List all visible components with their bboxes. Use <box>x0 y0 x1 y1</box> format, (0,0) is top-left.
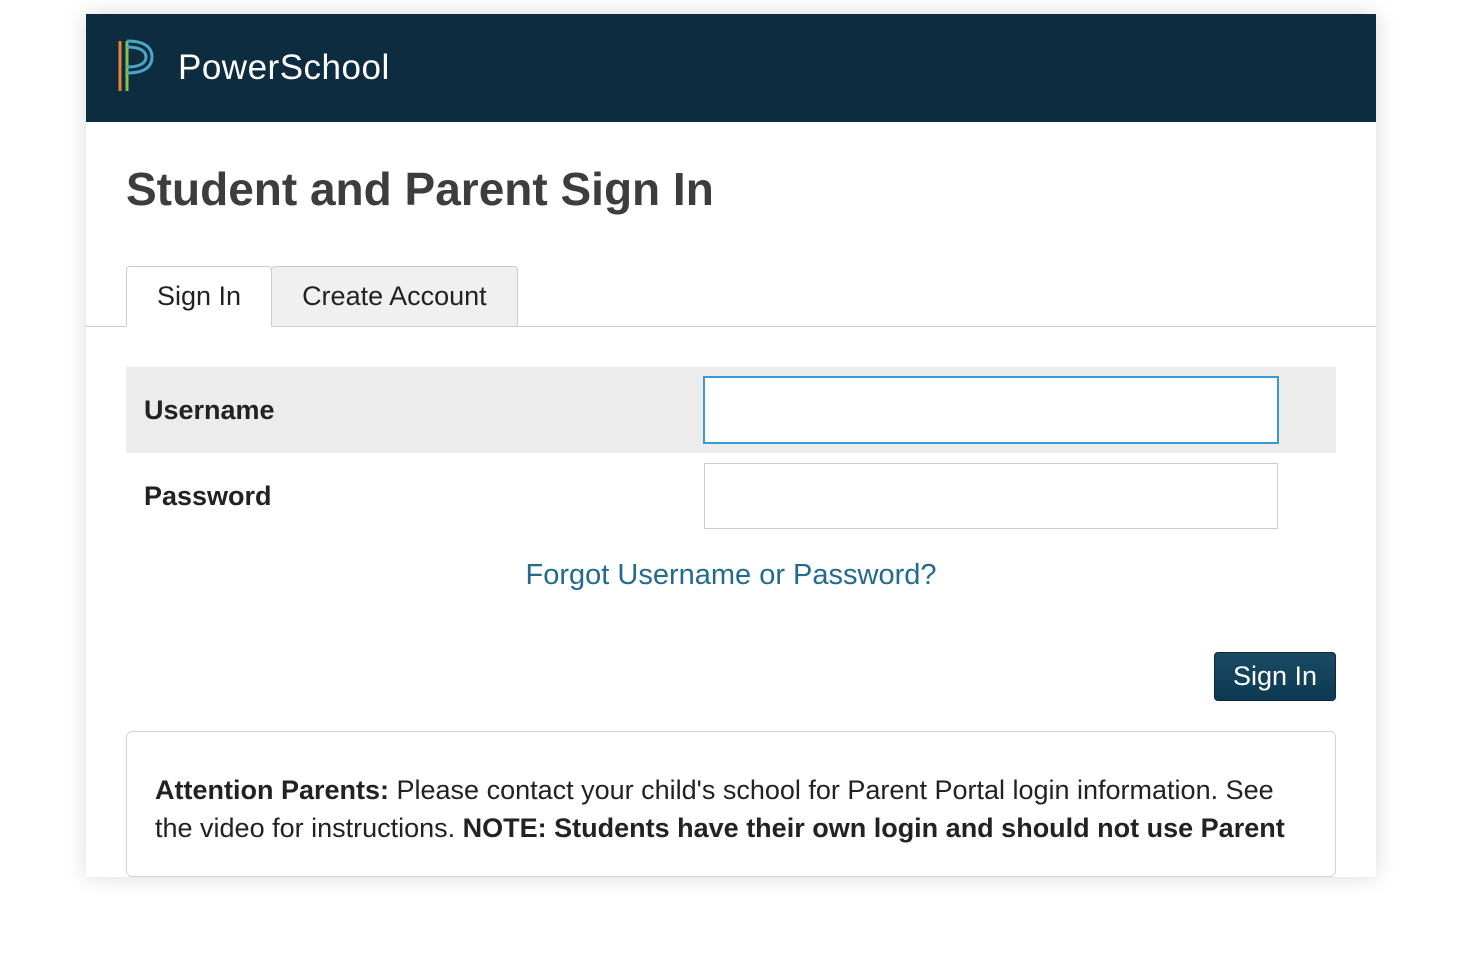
forgot-link[interactable]: Forgot Username or Password? <box>526 559 937 591</box>
username-input-wrap <box>704 377 1318 443</box>
password-label: Password <box>144 481 704 512</box>
brand-name: PowerSchool <box>178 48 390 88</box>
forgot-link-row: Forgot Username or Password? <box>126 539 1336 602</box>
page-title: Student and Parent Sign In <box>126 162 1336 216</box>
tab-create-account[interactable]: Create Account <box>271 266 518 326</box>
tabs: Sign In Create Account <box>86 266 1376 327</box>
button-row: Sign In <box>126 602 1336 731</box>
notice-attention-label: Attention Parents: <box>155 775 389 805</box>
notice-box: Attention Parents: Please contact your c… <box>126 731 1336 877</box>
password-input-wrap <box>704 463 1318 529</box>
page-container: PowerSchool Student and Parent Sign In S… <box>86 14 1376 877</box>
logo-wrap: PowerSchool <box>116 37 390 100</box>
password-row: Password <box>126 453 1336 539</box>
powerschool-logo-icon <box>116 37 158 100</box>
notice-note-label: NOTE: Students have their own login and … <box>463 813 1285 843</box>
username-label: Username <box>144 395 704 426</box>
header-bar: PowerSchool <box>86 14 1376 122</box>
tab-signin[interactable]: Sign In <box>126 266 272 327</box>
signin-form: Username Password Forgot Username or Pas… <box>126 327 1336 877</box>
username-input[interactable] <box>704 377 1278 443</box>
signin-button[interactable]: Sign In <box>1214 652 1336 701</box>
content-area: Student and Parent Sign In Sign In Creat… <box>86 122 1376 877</box>
username-row: Username <box>126 367 1336 453</box>
password-input[interactable] <box>704 463 1278 529</box>
